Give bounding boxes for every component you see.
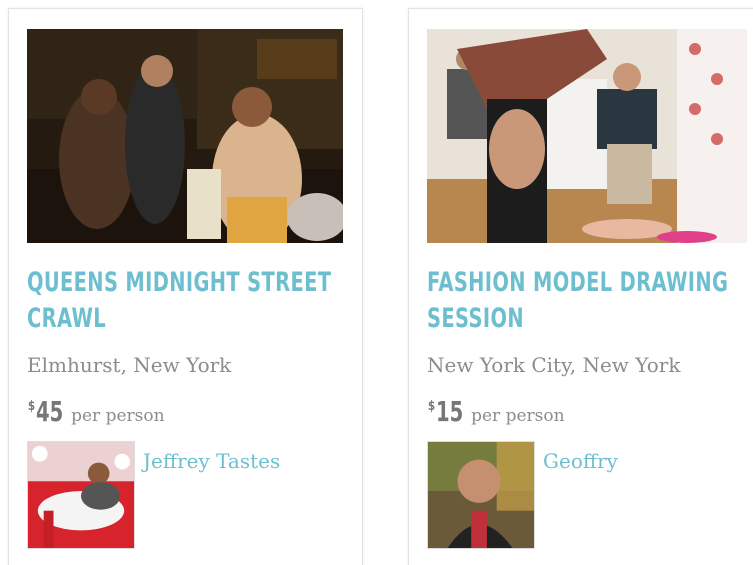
drawing-session-photo bbox=[427, 29, 747, 243]
host-avatar[interactable] bbox=[27, 441, 135, 549]
experience-title[interactable]: Queens Midnight Street Crawl bbox=[27, 265, 332, 337]
experience-card-fashion-drawing[interactable]: Fashion Model Drawing Session New York C… bbox=[408, 8, 753, 565]
experience-title-line-2: Session bbox=[427, 303, 524, 334]
experience-title-line-1: Queens Midnight Street bbox=[27, 267, 332, 298]
host-name[interactable]: Jeffrey Tastes bbox=[143, 449, 280, 473]
avatar-image bbox=[428, 442, 534, 548]
night-street-photo bbox=[27, 29, 343, 243]
host-name[interactable]: Geoffry bbox=[543, 449, 618, 473]
experience-title[interactable]: Fashion Model Drawing Session bbox=[427, 265, 729, 337]
experience-price: $15 per person bbox=[427, 395, 565, 428]
experience-photo[interactable] bbox=[27, 29, 343, 243]
experience-location: New York City, New York bbox=[427, 353, 681, 377]
avatar-image bbox=[28, 442, 134, 548]
experience-price: $45 per person bbox=[27, 395, 165, 428]
host-avatar[interactable] bbox=[427, 441, 535, 549]
price-amount: 45 bbox=[36, 395, 64, 428]
price-unit: per person bbox=[71, 406, 165, 426]
price-currency: $ bbox=[27, 399, 36, 414]
price-unit: per person bbox=[471, 406, 565, 426]
price-amount: 15 bbox=[436, 395, 464, 428]
experience-location: Elmhurst, New York bbox=[27, 353, 232, 377]
experience-photo[interactable] bbox=[427, 29, 747, 243]
experience-title-line-2: Crawl bbox=[27, 303, 107, 334]
price-currency: $ bbox=[427, 399, 436, 414]
experience-title-line-1: Fashion Model Drawing bbox=[427, 267, 729, 298]
experience-card-queens-street-crawl[interactable]: Queens Midnight Street Crawl Elmhurst, N… bbox=[8, 8, 363, 565]
